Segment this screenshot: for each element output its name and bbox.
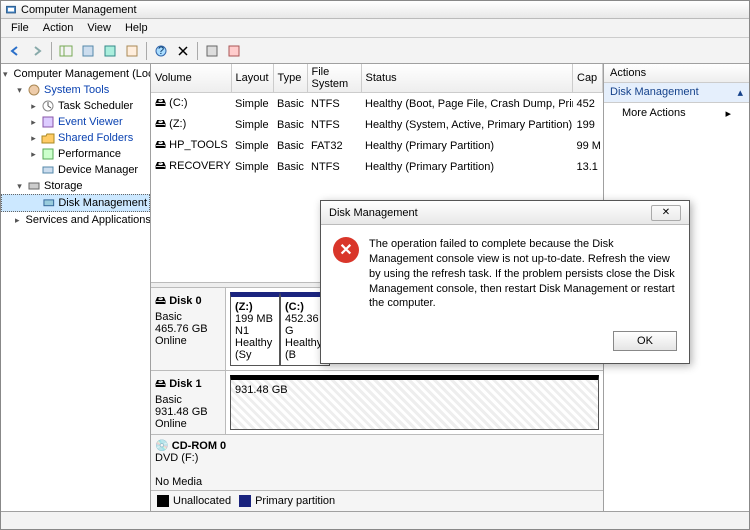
ok-button[interactable]: OK [613,331,677,351]
menu-file[interactable]: File [5,20,35,36]
svg-text:?: ? [158,45,164,57]
tree-storage[interactable]: ▾Storage [1,178,150,194]
col-filesystem[interactable]: File System [307,64,361,93]
dialog-message: The operation failed to complete because… [369,237,677,311]
dialog-title: Disk Management [329,207,418,219]
tree-disk-management[interactable]: Disk Management [1,194,150,212]
window-title-bar: Computer Management [1,1,749,19]
help-button[interactable]: ? [151,41,171,61]
more-actions[interactable]: More Actions ▸ [604,103,749,124]
disk-icon: 🖴 [155,295,166,307]
show-hide-tree-button[interactable] [56,41,76,61]
actions-context[interactable]: Disk Management ▴ [604,83,749,103]
disk-icon: 🖴 [155,378,166,390]
disk-row[interactable]: 🖴 Disk 1 Basic 931.48 GB Online 931.48 G… [151,371,603,435]
disk-label[interactable]: 🖴 Disk 0 Basic 465.76 GB Online [151,288,226,370]
tree-performance[interactable]: ▸Performance [1,146,150,162]
properties-button[interactable] [78,41,98,61]
partition[interactable]: (Z:) 199 MB N1 Healthy (Sy [230,292,280,366]
tree-system-tools[interactable]: ▾System Tools [1,82,150,98]
tree-event-viewer[interactable]: ▸Event Viewer [1,114,150,130]
menu-view[interactable]: View [81,20,117,36]
toolbar: ? [1,38,749,64]
volume-row[interactable]: 🖴 HP_TOOLS (E:)SimpleBasicFAT32Healthy (… [151,135,603,156]
volume-row[interactable]: 🖴 RECOVERY (D:)SimpleBasicNTFSHealthy (P… [151,156,603,177]
col-layout[interactable]: Layout [231,64,273,93]
status-bar [1,511,749,529]
action-button[interactable] [224,41,244,61]
refresh-button[interactable] [100,41,120,61]
tree-task-scheduler[interactable]: ▸Task Scheduler [1,98,150,114]
disk-label[interactable]: 💿 CD-ROM 0 DVD (F:) No Media [151,435,603,490]
col-capacity[interactable]: Cap [573,64,603,93]
forward-button[interactable] [27,41,47,61]
error-icon: ✕ [333,237,359,263]
chevron-right-icon: ▸ [725,107,731,120]
back-button[interactable] [5,41,25,61]
tree-device-manager[interactable]: Device Manager [1,162,150,178]
legend: Unallocated Primary partition [151,490,603,511]
tree-shared-folders[interactable]: ▸Shared Folders [1,130,150,146]
menu-action[interactable]: Action [37,20,80,36]
disk-row[interactable]: 💿 CD-ROM 0 DVD (F:) No Media [151,435,603,490]
delete-button[interactable] [173,41,193,61]
dialog-title-bar[interactable]: Disk Management ✕ [321,201,689,225]
col-volume[interactable]: Volume [151,64,231,93]
export-button[interactable] [122,41,142,61]
dialog-close-button[interactable]: ✕ [651,205,681,221]
tree-root[interactable]: ▾Computer Management (Local [1,66,150,82]
volume-row[interactable]: 🖴 (C:)SimpleBasicNTFSHealthy (Boot, Page… [151,93,603,115]
tree-services[interactable]: ▸Services and Applications [1,212,150,228]
cdrom-icon: 💿 [155,440,169,452]
navigation-tree[interactable]: ▾Computer Management (Local ▾System Tool… [1,64,151,511]
error-dialog: Disk Management ✕ ✕ The operation failed… [320,200,690,364]
col-type[interactable]: Type [273,64,307,93]
partition-unallocated[interactable]: 931.48 GB [230,375,599,430]
app-icon [5,4,17,16]
menu-help[interactable]: Help [119,20,154,36]
collapse-icon[interactable]: ▴ [737,86,743,99]
window-title: Computer Management [21,4,137,16]
volume-row[interactable]: 🖴 (Z:)SimpleBasicNTFSHealthy (System, Ac… [151,114,603,135]
menu-bar: File Action View Help [1,19,749,38]
volume-header-row[interactable]: Volume Layout Type File System Status Ca… [151,64,603,93]
col-status[interactable]: Status [361,64,573,93]
actions-header: Actions [604,64,749,83]
disk-label[interactable]: 🖴 Disk 1 Basic 931.48 GB Online [151,371,226,434]
settings-button[interactable] [202,41,222,61]
